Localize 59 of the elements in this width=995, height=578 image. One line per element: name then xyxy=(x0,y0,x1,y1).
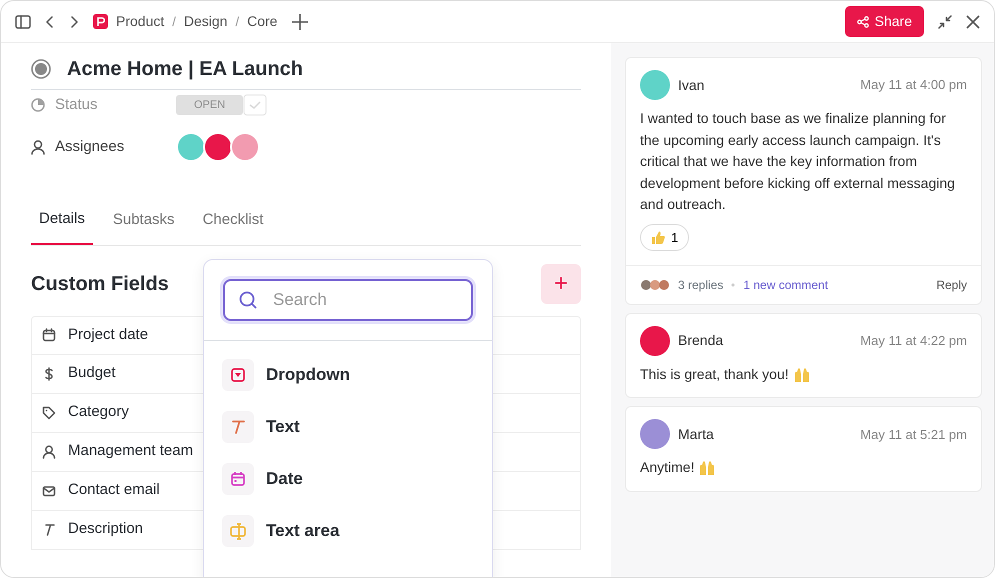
reply-button[interactable]: Reply xyxy=(936,276,967,294)
text-icon xyxy=(229,418,247,436)
share-button[interactable]: Share xyxy=(844,6,924,37)
field-name: Description xyxy=(68,519,144,540)
field-name: Management team xyxy=(68,441,194,462)
share-icon xyxy=(856,16,869,28)
breadcrumb-link[interactable]: Core xyxy=(247,11,278,32)
replies-link[interactable]: 3 replies xyxy=(678,276,724,294)
calendar-icon xyxy=(42,328,56,342)
comment-author: Ivan xyxy=(678,76,704,94)
comment-author: Marta xyxy=(678,424,714,444)
comment-time: May 11 at 4:22 pm xyxy=(860,332,967,350)
close-icon[interactable] xyxy=(966,14,980,28)
breadcrumb-link[interactable]: Product xyxy=(116,11,164,32)
comment-text: This is great, thank you! xyxy=(640,364,789,384)
field-name: Project date xyxy=(68,324,148,345)
person-icon xyxy=(42,444,56,458)
comment-text: I wanted to touch base as we finalize planning for the upcoming early access launch campaign. It's critical that we have the key information from development before kicking off external messaging and outreach. xyxy=(640,109,956,214)
field-name: Category xyxy=(68,402,129,422)
text-area-icon xyxy=(229,522,247,540)
field-label: Status xyxy=(55,94,98,115)
menu-item[interactable]: Text xyxy=(204,401,492,453)
dropdown-icon xyxy=(229,366,247,384)
collapse-icon[interactable] xyxy=(938,14,952,28)
field-name: Contact email xyxy=(68,480,160,500)
status-circle-icon xyxy=(31,59,51,79)
comment-time: May 11 at 5:21 pm xyxy=(860,426,967,444)
comment-text: Anytime! xyxy=(640,458,694,478)
tag-icon xyxy=(42,406,56,420)
status-icon xyxy=(31,98,45,112)
check-icon[interactable] xyxy=(243,94,268,116)
reaction-button[interactable]: 1 xyxy=(640,224,690,251)
section-title: Custom Fields xyxy=(31,272,169,296)
person-icon xyxy=(31,140,45,154)
back-icon[interactable] xyxy=(45,16,55,28)
reply-avatars-icon xyxy=(640,278,670,291)
tab[interactable]: Details xyxy=(31,198,93,244)
comment-author: Brenda xyxy=(678,331,724,350)
dot-separator-icon xyxy=(731,282,736,287)
forward-icon[interactable] xyxy=(69,16,79,28)
field-label: Assignees xyxy=(55,136,124,157)
menu-item[interactable]: Text area xyxy=(204,505,492,557)
breadcrumb-separator: / xyxy=(172,12,176,31)
thumbs-up-icon xyxy=(651,230,666,245)
envelope-icon xyxy=(42,484,56,498)
new-comment-link[interactable]: 1 new comment xyxy=(743,276,828,294)
breadcrumb-separator: / xyxy=(235,12,240,31)
menu-item[interactable]: Date xyxy=(204,453,492,505)
project-logo-icon xyxy=(93,14,108,29)
field-name: Budget xyxy=(68,363,116,384)
add-icon[interactable] xyxy=(291,12,310,30)
breadcrumb-link[interactable]: Design xyxy=(184,11,228,32)
task-title: Acme Home | EA Launch xyxy=(67,57,304,81)
tab[interactable]: Subtasks xyxy=(104,198,183,244)
comment-time: May 11 at 4:00 pm xyxy=(860,76,967,94)
add-field-button[interactable]: + xyxy=(541,264,581,304)
tab[interactable]: Checklist xyxy=(194,198,272,244)
search-field[interactable]: Search xyxy=(223,279,473,321)
calendar-icon xyxy=(229,470,247,488)
